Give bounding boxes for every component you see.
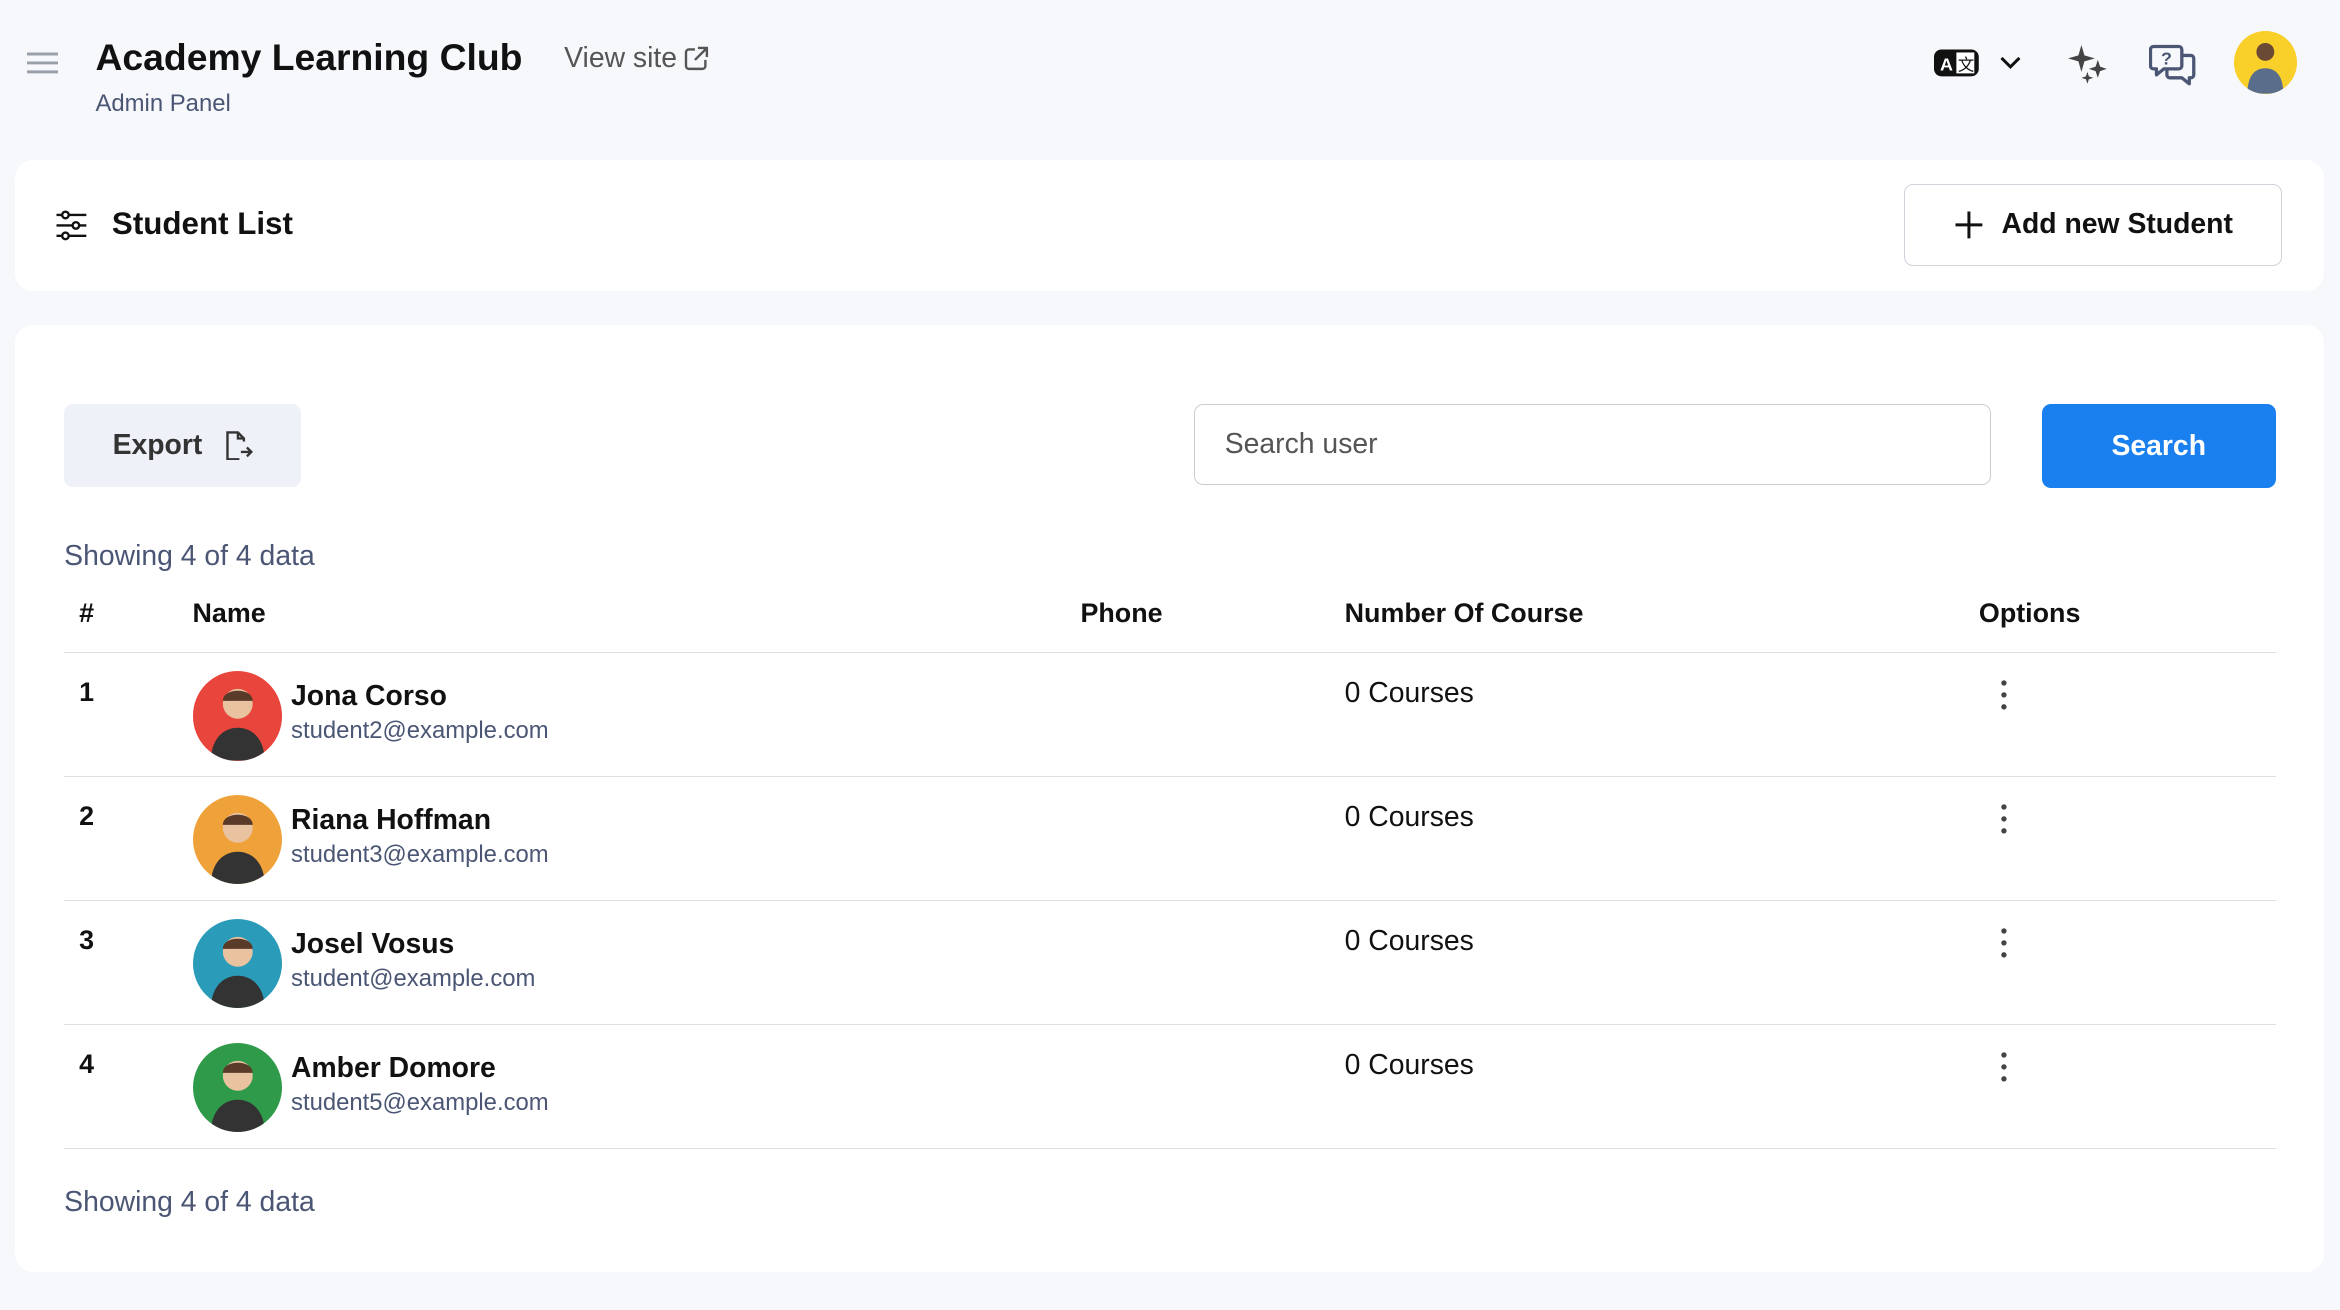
svg-text:?: ? (2161, 48, 2172, 68)
student-avatar (193, 1043, 283, 1133)
column-header-courses: Number Of Course (1345, 598, 1584, 629)
table-row: 4 Amber Domore student5@example.com 0 Co… (64, 1024, 2276, 1149)
filter-sliders-icon (55, 209, 88, 242)
add-new-student-button[interactable]: Add new Student (1904, 184, 2282, 267)
table-row: 3 Josel Vosus student@example.com 0 Cour… (64, 900, 2276, 1025)
student-email: student5@example.com (291, 1089, 549, 1117)
export-file-icon (223, 431, 253, 461)
course-count: 0 Courses (1345, 677, 1474, 710)
course-count: 0 Courses (1345, 1049, 1474, 1082)
hamburger-menu-icon[interactable] (27, 51, 58, 75)
page-header-card: Student List Add new Student (15, 160, 2324, 291)
sparkles-icon[interactable] (2065, 42, 2110, 87)
help-chat-icon[interactable]: ? (2149, 42, 2197, 87)
export-button[interactable]: Export (64, 404, 301, 486)
column-header-number: # (79, 598, 94, 629)
more-options-icon[interactable] (1989, 925, 2019, 961)
student-email: student2@example.com (291, 717, 549, 745)
chevron-down-icon (2000, 55, 2021, 70)
student-name[interactable]: Jona Corso (291, 680, 447, 713)
app-title: Academy Learning Club (96, 36, 523, 79)
column-header-phone: Phone (1080, 598, 1162, 629)
search-user-input[interactable] (1194, 404, 1991, 485)
student-email: student@example.com (291, 965, 535, 993)
student-avatar (193, 795, 283, 885)
student-avatar-image (193, 671, 283, 761)
view-site-link[interactable]: View site (564, 42, 710, 75)
course-count: 0 Courses (1345, 801, 1474, 834)
translate-icon: A文 (1934, 48, 1979, 78)
student-avatar-image (193, 1043, 283, 1133)
export-label: Export (113, 429, 203, 462)
app-subtitle: Admin Panel (96, 90, 231, 118)
user-avatar[interactable] (2234, 31, 2297, 94)
search-button[interactable]: Search (2042, 404, 2276, 488)
column-header-name: Name (193, 598, 266, 629)
row-number: 1 (79, 677, 94, 708)
showing-count-top: Showing 4 of 4 data (64, 540, 315, 573)
student-avatar-image (193, 919, 283, 1009)
student-name[interactable]: Amber Domore (291, 1052, 496, 1085)
language-selector[interactable]: A文 (1934, 48, 2021, 78)
table-row: 1 Jona Corso student2@example.com 0 Cour… (64, 652, 2276, 777)
add-new-student-label: Add new Student (2001, 208, 2232, 241)
row-number: 3 (79, 925, 94, 956)
external-link-icon (683, 45, 710, 72)
row-number: 2 (79, 801, 94, 832)
more-options-icon[interactable] (1989, 801, 2019, 837)
plus-icon (1954, 210, 1984, 240)
view-site-label: View site (564, 42, 677, 75)
more-options-icon[interactable] (1989, 1049, 2019, 1085)
svg-text:A: A (1940, 54, 1953, 74)
student-avatar (193, 919, 283, 1009)
showing-count-bottom: Showing 4 of 4 data (64, 1186, 315, 1219)
more-options-icon[interactable] (1989, 677, 2019, 713)
student-name[interactable]: Riana Hoffman (291, 804, 491, 837)
course-count: 0 Courses (1345, 925, 1474, 958)
page-title: Student List (112, 206, 293, 242)
student-email: student3@example.com (291, 841, 549, 869)
table-row: 2 Riana Hoffman student3@example.com 0 C… (64, 776, 2276, 901)
student-avatar (193, 671, 283, 761)
table-bottom-divider (64, 1148, 2276, 1149)
column-header-options: Options (1979, 598, 2080, 629)
svg-text:文: 文 (1958, 55, 1974, 74)
row-number: 4 (79, 1049, 94, 1080)
user-avatar-image (2234, 31, 2297, 94)
student-name[interactable]: Josel Vosus (291, 928, 454, 961)
student-avatar-image (193, 795, 283, 885)
